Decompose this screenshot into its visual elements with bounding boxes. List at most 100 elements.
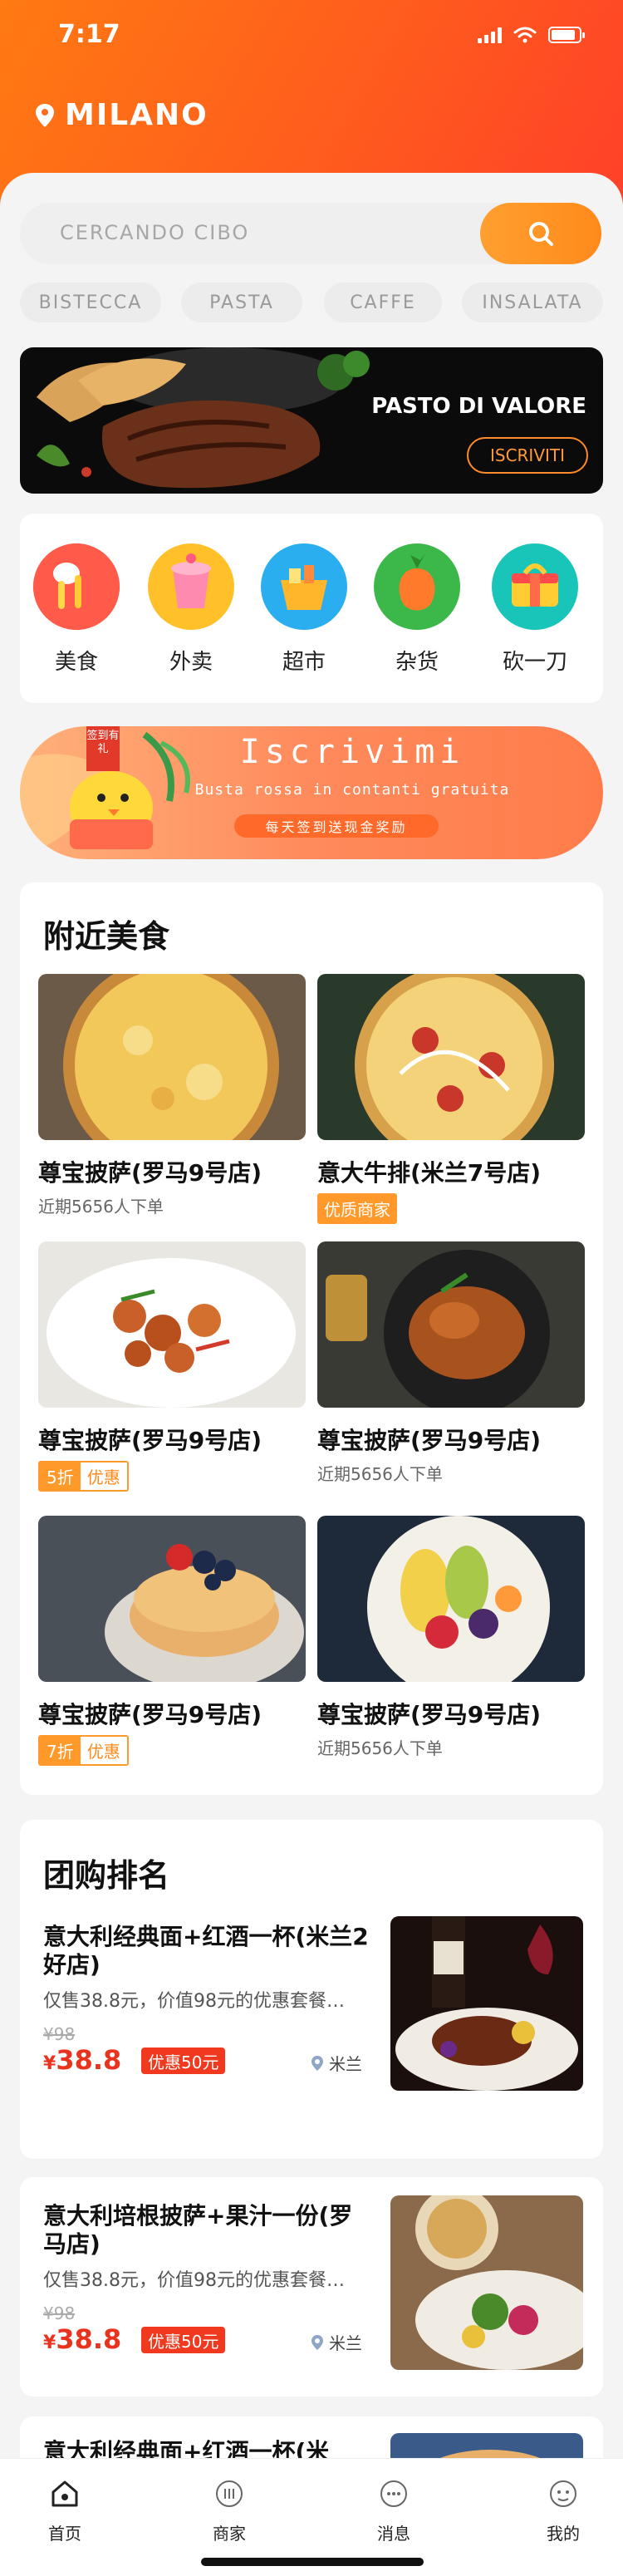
location-pin-icon bbox=[36, 103, 54, 127]
tab-store[interactable]: 商家 bbox=[179, 2477, 279, 2544]
section-title: 团购排名 bbox=[43, 1857, 170, 1894]
location-selector[interactable]: MILANO bbox=[35, 98, 208, 132]
category-grocery[interactable]: 杂货 bbox=[367, 543, 467, 676]
search-input[interactable]: CERCANDO CIBO bbox=[60, 221, 249, 244]
food-card[interactable]: 尊宝披萨(罗马9号店) 近期5656人下单 bbox=[317, 1241, 585, 1485]
discount-tag: 5折 优惠 bbox=[38, 1461, 129, 1492]
search-button[interactable] bbox=[480, 203, 601, 264]
promo-badge: 签到有礼 bbox=[86, 726, 120, 771]
status-time: 7:17 bbox=[58, 20, 120, 49]
coupon-badge: 优惠50元 bbox=[141, 2327, 226, 2353]
tab-home[interactable]: 首页 bbox=[15, 2477, 115, 2544]
wifi-icon bbox=[513, 27, 537, 43]
currency-symbol: ¥ bbox=[43, 2333, 56, 2353]
chicken-dish-image bbox=[38, 1241, 306, 1408]
deal-title: 意大利经典面+红酒一杯(米兰2好店) bbox=[43, 1923, 369, 1979]
chip-insalata[interactable]: INSALATA bbox=[462, 283, 603, 322]
pancake-image bbox=[38, 1516, 306, 1682]
order-count: 近期5656人下单 bbox=[38, 1197, 164, 1217]
supermarket-icon bbox=[261, 543, 347, 630]
store-name: 尊宝披萨(罗马9号店) bbox=[38, 1159, 262, 1187]
deal-location: 米兰 bbox=[311, 2330, 362, 2354]
takeout-icon bbox=[148, 543, 234, 630]
fruit-plate-image bbox=[317, 1516, 585, 1682]
location-label: 米兰 bbox=[329, 2054, 362, 2074]
deal-location: 米兰 bbox=[311, 2051, 362, 2075]
deal-title: 意大利培根披萨+果汁一份(罗马店) bbox=[43, 2202, 353, 2258]
deal-price: ¥38.8 bbox=[43, 2323, 121, 2355]
promo-subtitle: Busta rossa in contanti gratuita bbox=[194, 781, 510, 799]
category-bargain[interactable]: 砍一刀 bbox=[485, 543, 585, 676]
quality-merchant-tag: 优质商家 bbox=[317, 1193, 397, 1224]
chip-pasta[interactable]: PASTA bbox=[181, 283, 302, 322]
category-food[interactable]: 美食 bbox=[27, 543, 126, 676]
main-content: CERCANDO CIBO BISTECCA PASTA CAFFE INSAL… bbox=[0, 173, 623, 2576]
category-label: 砍一刀 bbox=[502, 650, 567, 675]
salad-pizza-image bbox=[390, 2195, 583, 2370]
category-chips: BISTECCA PASTA CAFFE INSALATA bbox=[20, 283, 603, 324]
city-name: MILANO bbox=[65, 98, 208, 132]
food-card[interactable]: 意大牛排(米兰7号店) 优质商家 bbox=[317, 974, 585, 1224]
food-card[interactable]: 尊宝披萨(罗马9号店) 7折 优惠 bbox=[38, 1516, 306, 1766]
store-name: 尊宝披萨(罗马9号店) bbox=[317, 1427, 542, 1454]
price-value: 38.8 bbox=[56, 2323, 122, 2355]
search-icon bbox=[529, 222, 553, 246]
search-bar[interactable]: CERCANDO CIBO bbox=[20, 203, 601, 264]
location-pin-icon bbox=[312, 2334, 323, 2350]
deal-price: ¥38.8 bbox=[43, 2044, 121, 2076]
battery-icon bbox=[548, 27, 585, 43]
promo-title: Iscrivimi bbox=[239, 733, 465, 771]
banner-signup-button[interactable]: ISCRIVITI bbox=[467, 437, 588, 474]
steak-image bbox=[37, 347, 370, 489]
food-card[interactable]: 尊宝披萨(罗马9号店) 近期5656人下单 bbox=[38, 974, 306, 1217]
store-name: 尊宝披萨(罗马9号店) bbox=[38, 1427, 262, 1454]
store-name: 意大牛排(米兰7号店) bbox=[317, 1159, 542, 1187]
status-icons bbox=[478, 27, 585, 43]
order-count: 近期5656人下单 bbox=[317, 1738, 443, 1758]
group-buy-section: 团购排名 意大利经典面+红酒一杯(米兰2好店) 仅售38.8元，价值98元的优惠… bbox=[20, 1820, 603, 2159]
original-price: ¥98 bbox=[43, 2303, 76, 2323]
tab-label: 商家 bbox=[213, 2524, 246, 2544]
section-title: 附近美食 bbox=[43, 918, 170, 955]
store-name: 尊宝披萨(罗马9号店) bbox=[38, 1701, 262, 1728]
wine-steak-image bbox=[390, 1916, 583, 2091]
chip-caffe[interactable]: CAFFE bbox=[324, 283, 442, 322]
currency-symbol: ¥ bbox=[43, 2053, 56, 2074]
hero-banner[interactable]: PASTO DI VALORE ISCRIVITI bbox=[20, 347, 603, 494]
tab-messages[interactable]: 消息 bbox=[344, 2477, 444, 2544]
pizza-image bbox=[317, 974, 585, 1140]
price-value: 38.8 bbox=[56, 2044, 122, 2076]
category-supermarket[interactable]: 超市 bbox=[254, 543, 354, 676]
discount-rate: 7折 bbox=[40, 1737, 81, 1764]
category-takeout[interactable]: 外卖 bbox=[141, 543, 241, 676]
pizza-image bbox=[38, 974, 306, 1140]
chip-bistecca[interactable]: BISTECCA bbox=[20, 283, 161, 322]
home-icon bbox=[52, 2480, 78, 2507]
deal-label: 优惠 bbox=[80, 1737, 127, 1764]
tab-label: 消息 bbox=[377, 2524, 410, 2544]
home-indicator bbox=[201, 2558, 424, 2566]
signal-icon bbox=[478, 27, 502, 43]
food-card[interactable]: 尊宝披萨(罗马9号店) 近期5656人下单 bbox=[317, 1516, 585, 1759]
discount-tag: 7折 优惠 bbox=[38, 1735, 129, 1766]
food-icon bbox=[33, 543, 120, 630]
store-icon bbox=[216, 2480, 243, 2507]
group-deal-card[interactable]: 意大利培根披萨+果汁一份(罗马店) 仅售38.8元，价值98元的优惠套餐… ¥9… bbox=[20, 2177, 603, 2397]
location-label: 米兰 bbox=[329, 2333, 362, 2353]
deal-description: 仅售38.8元，价值98元的优惠套餐… bbox=[43, 1991, 345, 2012]
tab-label: 我的 bbox=[547, 2524, 580, 2544]
promo-banner[interactable]: 签到有礼 Iscrivimi Busta rossa in contanti g… bbox=[20, 726, 603, 859]
nearby-food-section: 附近美食 尊宝披萨(罗马9号店) 近期5656人下单 意大牛排(米兰7号店) 优… bbox=[20, 882, 603, 1795]
roast-chicken-image bbox=[317, 1241, 585, 1408]
order-count: 近期5656人下单 bbox=[317, 1464, 443, 1484]
category-grid: 美食 外卖 超市 杂货 砍一刀 bbox=[20, 514, 603, 703]
category-label: 外卖 bbox=[169, 650, 213, 675]
tab-label: 首页 bbox=[48, 2524, 81, 2544]
original-price: ¥98 bbox=[43, 2024, 76, 2044]
banner-title: PASTO DI VALORE bbox=[371, 394, 586, 419]
food-card[interactable]: 尊宝披萨(罗马9号店) 5折 优惠 bbox=[38, 1241, 306, 1492]
tab-profile[interactable]: 我的 bbox=[513, 2477, 613, 2544]
promo-pill: 每天签到送现金奖励 bbox=[234, 814, 439, 838]
deal-label: 优惠 bbox=[80, 1463, 127, 1490]
grocery-icon bbox=[374, 543, 460, 630]
